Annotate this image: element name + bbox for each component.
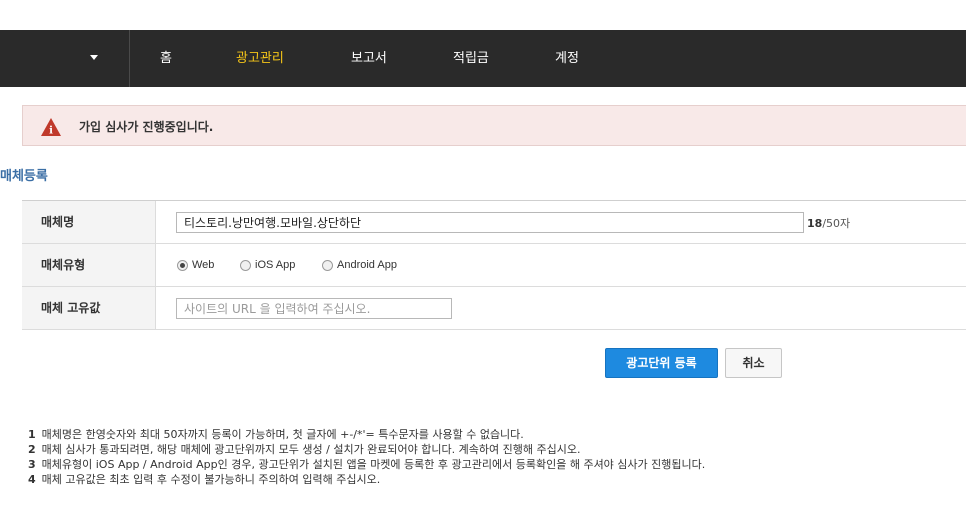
cancel-button[interactable]: 취소 xyxy=(725,348,782,378)
note-number: 4 xyxy=(28,473,36,486)
note-item: 1 매체명은 한영숫자와 최대 50자까지 등록이 가능하며, 첫 글자에 +-/… xyxy=(28,427,705,442)
radio-ios-label: iOS App xyxy=(255,259,296,271)
register-ad-unit-button[interactable]: 광고단위 등록 xyxy=(605,348,718,378)
warning-icon: i xyxy=(41,118,61,136)
media-registration-form: 매체명 18/50자 매체유형 Web iOS App Android App … xyxy=(22,200,966,330)
note-text: 매체명은 한영숫자와 최대 50자까지 등록이 가능하며, 첫 글자에 +-/*… xyxy=(41,428,524,441)
radio-ios-app[interactable]: iOS App xyxy=(240,259,295,271)
media-name-char-count: 18/50자 xyxy=(807,215,850,231)
note-number: 1 xyxy=(28,428,36,441)
media-type-label: 매체유형 xyxy=(22,244,156,286)
radio-button[interactable] xyxy=(322,259,333,271)
note-text: 매체 심사가 통과되려면, 해당 매체에 광고단위까지 모두 생성 / 설치가 … xyxy=(41,443,581,456)
nav-item-ad-management[interactable]: 광고관리 xyxy=(236,50,284,67)
note-item: 3 매체유형이 iOS App / Android App인 경우, 광고단위가 … xyxy=(28,457,705,472)
char-count-current: 18 xyxy=(807,217,823,230)
form-row-media-type: 매체유형 Web iOS App Android App xyxy=(22,244,966,287)
review-status-alert: i 가입 심사가 진행중입니다. xyxy=(22,105,966,146)
svg-text:i: i xyxy=(49,126,53,137)
form-row-media-unique-value: 매체 고유값 xyxy=(22,287,966,330)
media-unique-value-label: 매체 고유값 xyxy=(22,287,156,329)
radio-android-label: Android App xyxy=(337,259,397,271)
nav-menu-toggle[interactable] xyxy=(0,30,130,87)
note-item: 4 매체 고유값은 최초 입력 후 수정이 불가능하니 주의하여 입력해 주십시오… xyxy=(28,472,705,487)
media-unique-value-cell xyxy=(156,287,966,329)
radio-web[interactable]: Web xyxy=(177,259,214,271)
media-name-cell: 18/50자 xyxy=(156,201,966,243)
char-count-max: /50자 xyxy=(822,217,851,230)
form-row-media-name: 매체명 18/50자 xyxy=(22,201,966,244)
radio-button-checked[interactable] xyxy=(177,259,188,271)
note-item: 2 매체 심사가 통과되려면, 해당 매체에 광고단위까지 모두 생성 / 설치가… xyxy=(28,442,705,457)
nav-item-points[interactable]: 적립금 xyxy=(453,50,489,67)
media-name-label: 매체명 xyxy=(22,201,156,243)
nav-item-account[interactable]: 계정 xyxy=(555,50,579,67)
top-navigation: 홈 광고관리 보고서 적립금 계정 xyxy=(0,30,966,87)
note-number: 2 xyxy=(28,443,36,456)
nav-item-home[interactable]: 홈 xyxy=(160,50,172,67)
radio-web-label: Web xyxy=(192,259,215,271)
media-name-input[interactable] xyxy=(176,212,804,233)
page-title: 매체등록 xyxy=(0,169,48,184)
notes-list: 1 매체명은 한영숫자와 최대 50자까지 등록이 가능하며, 첫 글자에 +-/… xyxy=(28,427,705,487)
site-url-input[interactable] xyxy=(176,298,452,319)
note-text: 매체유형이 iOS App / Android App인 경우, 광고단위가 설… xyxy=(41,458,706,471)
radio-button[interactable] xyxy=(240,259,251,271)
note-number: 3 xyxy=(28,458,36,471)
radio-android-app[interactable]: Android App xyxy=(322,259,397,271)
nav-item-reports[interactable]: 보고서 xyxy=(351,50,387,67)
caret-down-icon xyxy=(90,55,98,60)
media-type-cell: Web iOS App Android App xyxy=(156,244,966,286)
note-text: 매체 고유값은 최초 입력 후 수정이 불가능하니 주의하여 입력해 주십시오. xyxy=(41,473,381,486)
alert-message: 가입 심사가 진행중입니다. xyxy=(79,120,214,134)
